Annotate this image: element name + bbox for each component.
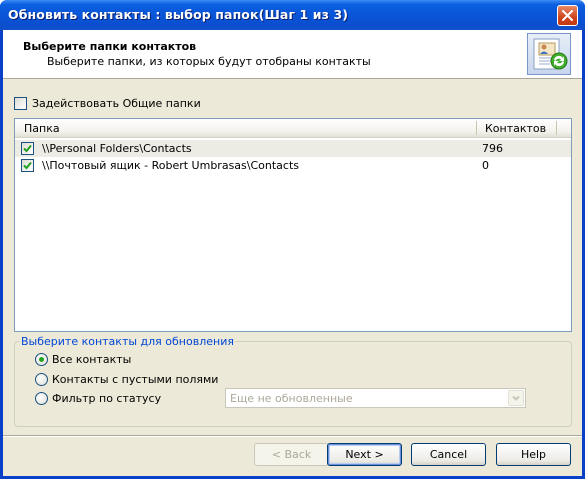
status-filter-value: Еще не обновленные (230, 392, 353, 405)
cancel-button[interactable]: Cancel (411, 443, 486, 466)
dropdown-button[interactable] (508, 390, 524, 406)
radio-status-filter-label[interactable]: Фильтр по статусу (52, 392, 161, 405)
folder-count: 796 (482, 142, 503, 155)
column-separator (476, 121, 477, 135)
public-folders-checkbox[interactable] (14, 97, 27, 110)
title-bar[interactable]: Обновить контакты : выбор папок(Шаг 1 из… (0, 0, 585, 30)
close-icon (562, 10, 573, 21)
radio-status-filter[interactable] (35, 392, 48, 405)
folder-path: \\Personal Folders\Contacts (42, 142, 192, 155)
folders-list-header: Папка Контактов (15, 119, 571, 138)
radio-empty-fields[interactable] (35, 373, 48, 386)
folder-row[interactable]: \\Personal Folders\Contacts 796 (15, 140, 571, 157)
dialog-body: Выберите папки контактов Выберите папки,… (3, 30, 582, 476)
column-separator (556, 121, 557, 135)
radio-empty-fields-label[interactable]: Контакты с пустыми полями (52, 373, 218, 386)
dialog-window: Обновить контакты : выбор папок(Шаг 1 из… (0, 0, 585, 479)
close-button[interactable] (557, 5, 578, 26)
radio-all-contacts[interactable] (35, 353, 48, 366)
folder-row[interactable]: \\Почтовый ящик - Robert Umbrasas\Contac… (15, 157, 571, 174)
folder-count: 0 (482, 159, 489, 172)
header-title: Выберите папки контактов (23, 40, 197, 53)
folder-checkbox[interactable] (21, 159, 34, 172)
next-button[interactable]: Next > (327, 443, 402, 466)
update-options-title: Выберите контакты для обновления (20, 335, 235, 348)
checkmark-icon (23, 144, 32, 153)
chevron-down-icon (512, 395, 520, 401)
public-folders-label: Задействовать Общие папки (32, 97, 201, 110)
help-button[interactable]: Help (496, 443, 571, 466)
folders-list[interactable]: Папка Контактов \\Personal Folders\Conta… (14, 118, 572, 332)
checkmark-icon (23, 161, 32, 170)
back-button[interactable]: < Back (254, 443, 329, 466)
folder-path: \\Почтовый ящик - Robert Umbrasas\Contac… (42, 159, 300, 172)
footer-divider (3, 435, 582, 437)
column-header-folder[interactable]: Папка (24, 122, 60, 135)
wizard-header: Выберите папки контактов Выберите папки,… (3, 30, 582, 79)
column-header-count[interactable]: Контактов (485, 122, 546, 135)
radio-all-contacts-label[interactable]: Все контакты (52, 353, 131, 366)
status-filter-select[interactable]: Еще не обновленные (225, 388, 526, 408)
folder-checkbox[interactable] (21, 142, 34, 155)
contacts-refresh-icon (527, 33, 571, 75)
window-title: Обновить контакты : выбор папок(Шаг 1 из… (8, 7, 349, 22)
header-subtitle: Выберите папки, из которых будут отобран… (47, 55, 371, 68)
